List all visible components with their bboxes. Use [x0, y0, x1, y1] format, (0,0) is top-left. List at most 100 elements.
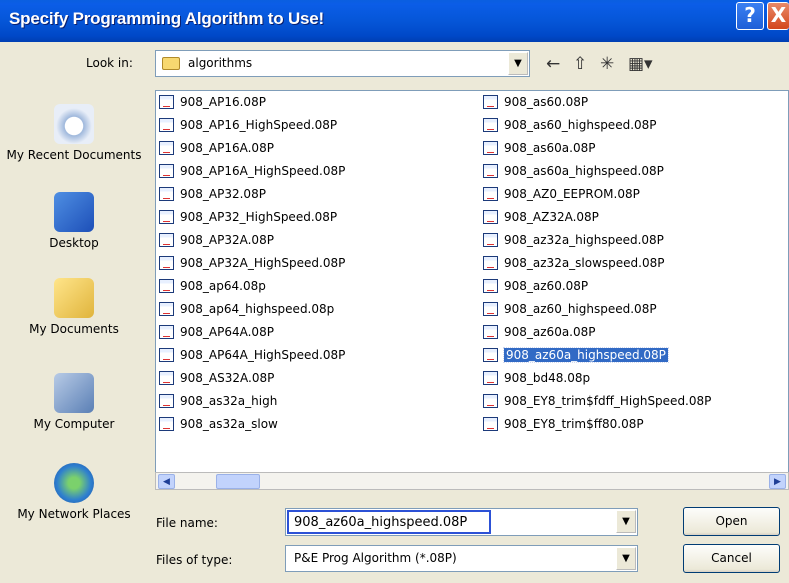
algorithm-file-icon	[159, 233, 174, 247]
file-name: 908_as32a_slow	[180, 417, 278, 431]
file-item[interactable]: 908_as32a_high	[158, 392, 277, 412]
up-folder-icon[interactable]: ⇧	[573, 54, 587, 74]
algorithm-file-icon	[483, 394, 498, 408]
folder-icon	[162, 57, 180, 70]
algorithm-file-icon	[483, 279, 498, 293]
file-name: 908_az60a_highspeed.08P	[503, 347, 669, 363]
file-type-dropdown-button[interactable]: ▼	[616, 547, 636, 570]
file-name: 908_AP32_HighSpeed.08P	[180, 210, 338, 224]
file-name: 908_AS32A.08P	[180, 371, 275, 385]
algorithm-file-icon	[483, 417, 498, 431]
view-menu-icon[interactable]: ▦▾	[628, 54, 653, 74]
algorithm-file-icon	[159, 348, 174, 362]
file-item[interactable]: 908_AP32.08P	[158, 185, 266, 205]
horizontal-scrollbar[interactable]: ◀ ▶	[155, 472, 789, 490]
place-label: My Computer	[33, 417, 115, 431]
file-name: 908_AP32A_HighSpeed.08P	[180, 256, 346, 270]
place-my-computer[interactable]: My Computer	[0, 373, 148, 432]
file-name: 908_az32a_slowspeed.08P	[504, 256, 665, 270]
place-label: My Network Places	[17, 507, 131, 521]
algorithm-file-icon	[483, 371, 498, 385]
file-item[interactable]: 908_AS32A.08P	[158, 369, 274, 389]
file-name: 908_as60_highspeed.08P	[504, 118, 657, 132]
file-item[interactable]: 908_as60a_highspeed.08P	[482, 162, 664, 182]
algorithm-file-icon	[483, 348, 498, 362]
file-name: 908_az32a_highspeed.08P	[504, 233, 664, 247]
cancel-button[interactable]: Cancel	[683, 544, 780, 573]
file-name-value[interactable]: 908_az60a_highspeed.08P	[287, 510, 491, 534]
back-icon[interactable]: ←	[546, 54, 560, 74]
open-button[interactable]: Open	[683, 507, 780, 536]
file-item[interactable]: 908_az60_highspeed.08P	[482, 300, 657, 320]
file-name: 908_AP16A_HighSpeed.08P	[180, 164, 346, 178]
file-item[interactable]: 908_as60a.08P	[482, 139, 595, 159]
scroll-thumb[interactable]	[216, 474, 260, 489]
file-name: 908_az60.08P	[504, 279, 589, 293]
algorithm-file-icon	[483, 187, 498, 201]
lookin-value: algorithms	[188, 56, 253, 70]
scroll-right-icon[interactable]: ▶	[769, 474, 786, 489]
file-name: 908_AP16A.08P	[180, 141, 274, 155]
file-item[interactable]: 908_as60.08P	[482, 93, 588, 113]
place-desktop[interactable]: Desktop	[0, 192, 148, 251]
file-item[interactable]: 908_az32a_slowspeed.08P	[482, 254, 665, 274]
algorithm-file-icon	[159, 210, 174, 224]
file-name: 908_EY8_trim$ff80.08P	[504, 417, 644, 431]
file-item[interactable]: 908_az32a_highspeed.08P	[482, 231, 664, 251]
new-folder-icon[interactable]: ✳	[600, 54, 614, 74]
file-name-dropdown-button[interactable]: ▼	[616, 510, 636, 533]
algorithm-file-icon	[483, 256, 498, 270]
file-item[interactable]: 908_ap64_highspeed.08p	[158, 300, 334, 320]
algorithm-file-icon	[159, 118, 174, 132]
file-item[interactable]: 908_EY8_trim$fdff_HighSpeed.08P	[482, 392, 711, 412]
file-item[interactable]: 908_az60a_highspeed.08P	[482, 346, 669, 366]
file-item[interactable]: 908_AP16A_HighSpeed.08P	[158, 162, 345, 182]
file-item[interactable]: 908_az60.08P	[482, 277, 588, 297]
file-item[interactable]: 908_AP64A_HighSpeed.08P	[158, 346, 345, 366]
file-item[interactable]: 908_AP16_HighSpeed.08P	[158, 116, 337, 136]
place-network[interactable]: My Network Places	[0, 463, 148, 522]
file-item[interactable]: 908_ap64.08p	[158, 277, 266, 297]
algorithm-file-icon	[159, 256, 174, 270]
file-item[interactable]: 908_AP32A.08P	[158, 231, 274, 251]
file-item[interactable]: 908_AZ32A.08P	[482, 208, 599, 228]
algorithm-file-icon	[159, 302, 174, 316]
algorithm-file-icon	[159, 95, 174, 109]
algorithm-file-icon	[483, 141, 498, 155]
my-documents-icon	[54, 278, 94, 318]
file-name: 908_AP16_HighSpeed.08P	[180, 118, 338, 132]
place-recent[interactable]: My Recent Documents	[0, 104, 148, 163]
lookin-dropdown-button[interactable]: ▼	[508, 52, 528, 75]
places-bar: My Recent Documents Desktop My Documents…	[0, 80, 148, 583]
file-name: 908_AP16.08P	[180, 95, 266, 109]
file-item[interactable]: 908_as60_highspeed.08P	[482, 116, 657, 136]
file-item[interactable]: 908_AP16.08P	[158, 93, 266, 113]
file-item[interactable]: 908_AP32A_HighSpeed.08P	[158, 254, 345, 274]
algorithm-file-icon	[159, 187, 174, 201]
file-item[interactable]: 908_AP64A.08P	[158, 323, 274, 343]
lookin-combo[interactable]: algorithms ▼	[155, 50, 530, 77]
file-type-label: Files of type:	[156, 553, 233, 567]
file-name: 908_AP64A.08P	[180, 325, 274, 339]
file-name-field[interactable]: 908_az60a_highspeed.08P ▼	[285, 508, 638, 536]
file-name: 908_AP64A_HighSpeed.08P	[180, 348, 346, 362]
algorithm-file-icon	[159, 371, 174, 385]
file-item[interactable]: 908_AP16A.08P	[158, 139, 274, 159]
place-my-documents[interactable]: My Documents	[0, 278, 148, 337]
file-item[interactable]: 908_EY8_trim$ff80.08P	[482, 415, 644, 435]
file-type-select[interactable]: P&E Prog Algorithm (*.08P) ▼	[285, 545, 638, 572]
file-name-label: File name:	[156, 516, 218, 530]
file-item[interactable]: 908_bd48.08p	[482, 369, 590, 389]
close-button[interactable]: X	[767, 2, 789, 30]
algorithm-file-icon	[483, 164, 498, 178]
file-item[interactable]: 908_AZ0_EEPROM.08P	[482, 185, 640, 205]
scroll-left-icon[interactable]: ◀	[158, 474, 175, 489]
file-item[interactable]: 908_az60a.08P	[482, 323, 596, 343]
file-name: 908_AP32A.08P	[180, 233, 274, 247]
file-item[interactable]: 908_as32a_slow	[158, 415, 278, 435]
file-item[interactable]: 908_AP32_HighSpeed.08P	[158, 208, 337, 228]
file-name: 908_ap64_highspeed.08p	[180, 302, 335, 316]
algorithm-file-icon	[483, 302, 498, 316]
lookin-label: Look in:	[86, 56, 133, 70]
help-button[interactable]: ?	[736, 2, 764, 30]
